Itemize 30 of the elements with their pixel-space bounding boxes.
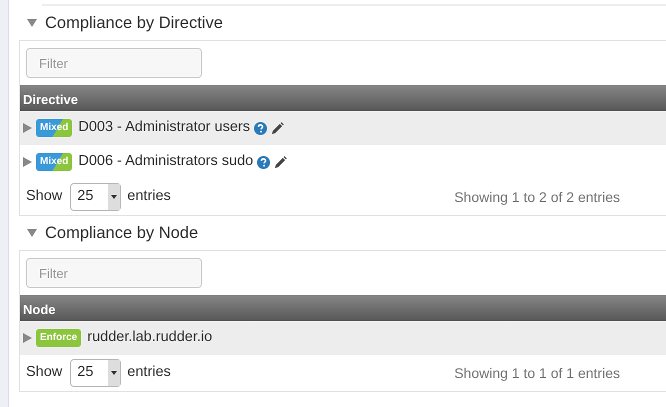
table-row[interactable]: Enforce rudder.lab.rudder.io bbox=[20, 321, 666, 355]
collapse-triangle-icon[interactable] bbox=[27, 229, 37, 237]
pencil-icon[interactable] bbox=[271, 122, 284, 134]
filter-field[interactable]: Filter bbox=[26, 48, 202, 78]
table-info: Showing 1 to 1 of 1 entries bbox=[454, 364, 620, 383]
section-title: Compliance by Node bbox=[45, 222, 198, 244]
show-label: Show bbox=[26, 363, 62, 382]
page-size-select[interactable]: 25 bbox=[70, 359, 122, 387]
collapse-triangle-icon[interactable] bbox=[27, 19, 37, 27]
show-label: Show bbox=[26, 187, 62, 206]
table-info: Showing 1 to 2 of 2 entries bbox=[454, 188, 620, 207]
row-label[interactable]: rudder.lab.rudder.io bbox=[87, 327, 212, 349]
page-size-select[interactable]: 25 bbox=[70, 183, 122, 211]
filter-field[interactable]: Filter bbox=[26, 258, 202, 288]
help-icon[interactable] bbox=[257, 156, 270, 168]
pencil-icon[interactable] bbox=[274, 156, 288, 168]
status-badge: Enforce bbox=[36, 329, 82, 347]
column-header[interactable]: Node bbox=[20, 295, 666, 321]
row-label[interactable]: D006 - Administrators sudo bbox=[78, 151, 254, 173]
expand-triangle-icon[interactable] bbox=[23, 123, 32, 133]
row-label[interactable]: D003 - Administrator users bbox=[78, 117, 250, 139]
entries-label: entries bbox=[127, 187, 171, 206]
column-header[interactable]: Directive bbox=[20, 85, 666, 111]
entries-label: entries bbox=[127, 363, 171, 382]
caret-icon bbox=[111, 195, 118, 199]
expand-triangle-icon[interactable] bbox=[23, 157, 32, 167]
caret-icon bbox=[111, 371, 118, 375]
help-icon[interactable] bbox=[254, 122, 267, 134]
section-title: Compliance by Directive bbox=[45, 12, 223, 34]
expand-triangle-icon[interactable] bbox=[23, 333, 32, 343]
